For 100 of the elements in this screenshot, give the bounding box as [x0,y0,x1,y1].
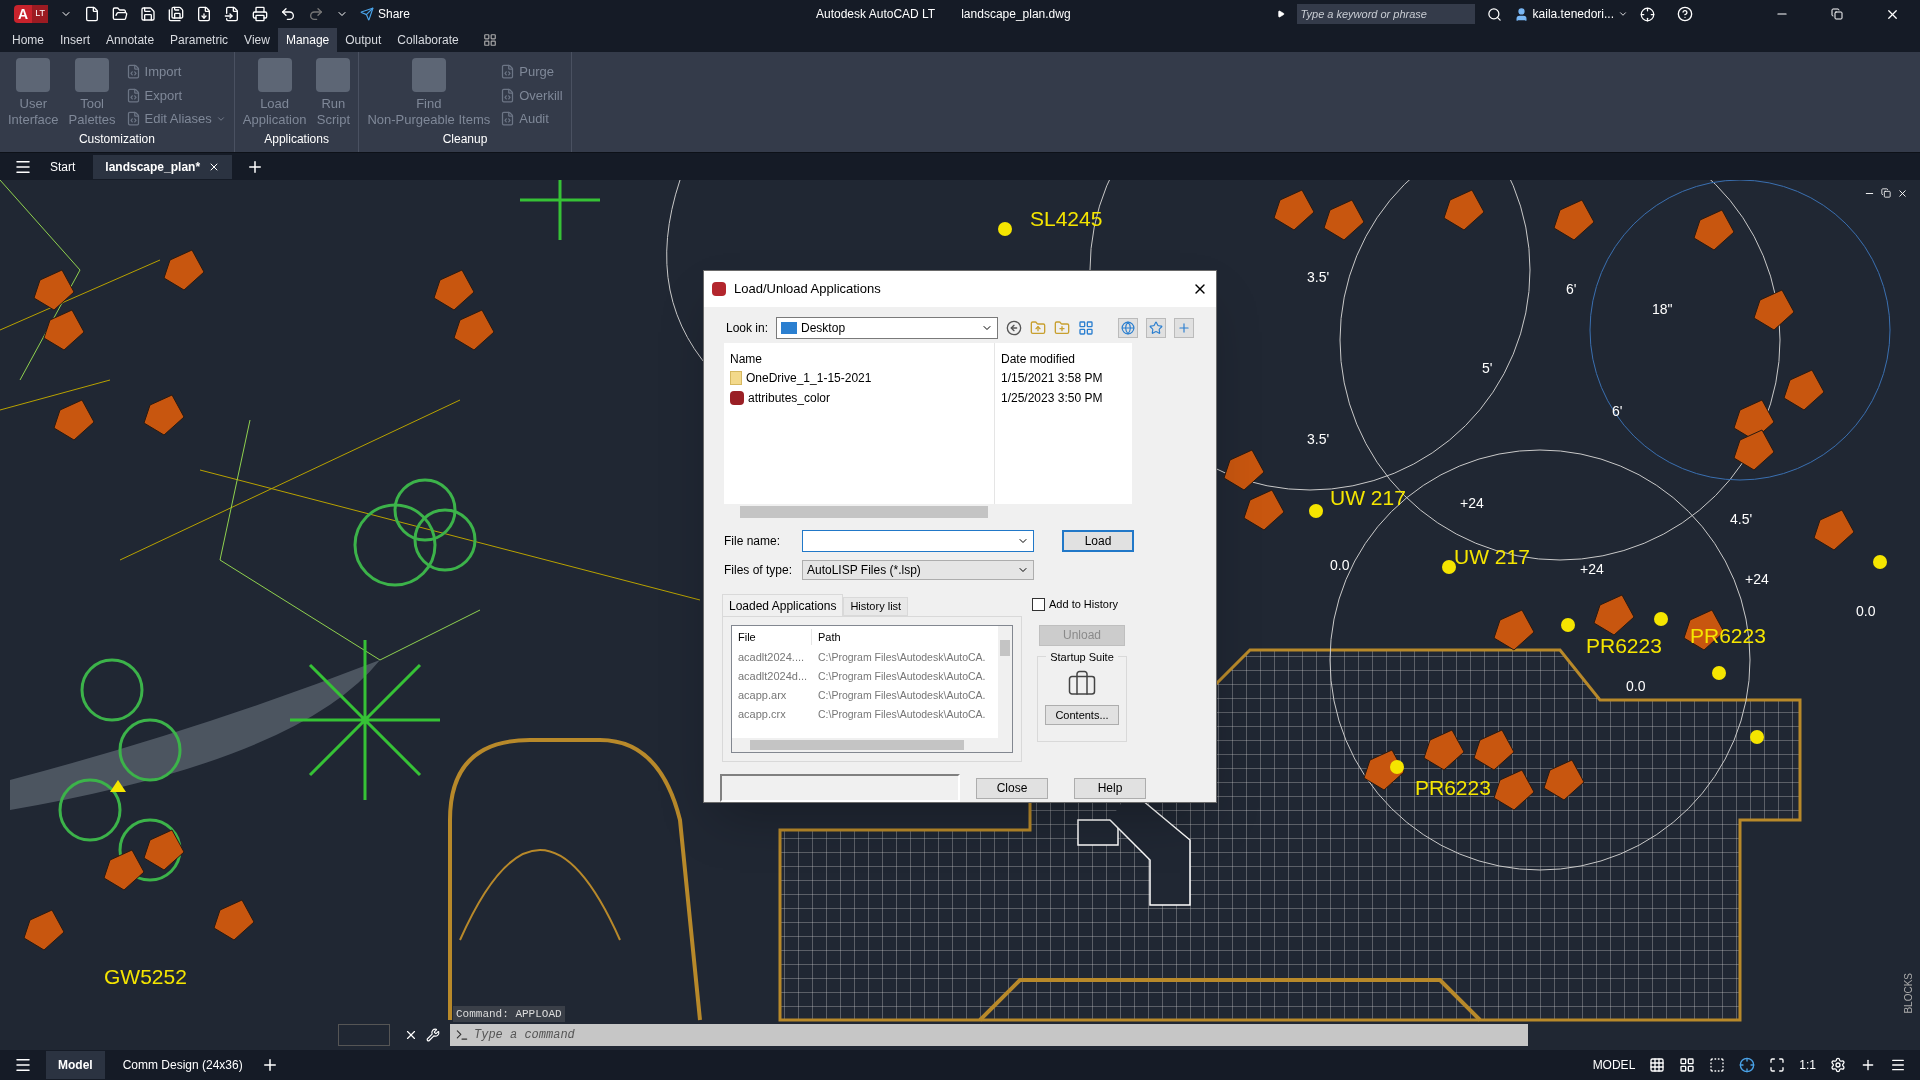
desktop-icon [781,322,798,334]
column-header[interactable]: Date modified [1001,347,1126,367]
ribbon-tab[interactable]: Insert [52,28,99,52]
share-button[interactable]: Share [359,5,410,23]
contents-button[interactable]: Contents... [1045,705,1119,725]
drawing-label: 0.0 [1856,604,1876,618]
terminal-icon[interactable] [455,1028,469,1042]
command-field[interactable]: Type a command [474,1024,1528,1046]
triangle-marker [110,780,126,792]
shrub-symbol [1553,199,1595,241]
print-icon[interactable] [251,6,268,22]
vertical-scrollbar[interactable] [998,626,1012,738]
dialog-title: Load/Unload Applications [734,280,881,299]
caret-icon[interactable] [1618,9,1628,19]
panel-toggle-icon[interactable] [482,33,497,47]
file-export-icon[interactable] [195,6,212,22]
command-history: Command: APPLOAD [453,1005,565,1022]
file-cell-text: acadlt2024d... [737,669,809,685]
customize-icon[interactable] [1890,1057,1906,1073]
file-type-dropdown[interactable]: AutoLISP Files (*.lsp) [802,560,1034,580]
search-icon[interactable] [1486,6,1502,22]
help-button[interactable]: Help [1074,777,1146,799]
survey-point [1561,618,1575,632]
lisp-file-icon [730,391,744,405]
tool-icon [75,58,110,92]
model-space-button[interactable]: MODEL [1592,1056,1636,1074]
shrub-symbol [143,394,185,436]
close-icon[interactable] [404,1028,418,1042]
wrench-icon[interactable] [426,1028,440,1042]
ribbon-tab[interactable]: View [236,28,278,52]
new-file-icon[interactable] [83,6,100,22]
shrub-symbol [1493,609,1535,651]
menu-icon[interactable] [14,1056,32,1074]
plus-icon[interactable] [1860,1057,1876,1073]
column-header[interactable]: File [732,628,812,646]
restore-icon[interactable] [1831,8,1843,20]
user-name[interactable]: kaila.tenedori... [1532,5,1614,23]
tool-icon [411,58,446,92]
tab[interactable]: Loaded Applications [722,594,844,616]
save-icon[interactable] [139,6,156,22]
settings-icon[interactable] [1830,1057,1846,1073]
shrub-symbol [23,909,65,951]
file-row[interactable]: attributes_color [730,389,988,407]
back-icon[interactable] [1006,320,1023,336]
column-header[interactable]: Name [730,347,988,367]
views-icon[interactable] [1078,320,1095,336]
ribbon-tab[interactable]: Parametric [162,28,237,52]
shrub-symbol [43,309,85,351]
document-tab[interactable]: landscape_plan* [93,154,233,179]
file-cell-text: acapp.crx [737,707,787,723]
shrub-symbol [1813,509,1855,551]
file-row[interactable]: OneDrive_1_1-15-2021 [730,369,988,387]
scale-button[interactable]: 1:1 [1799,1056,1816,1074]
tool-icon [125,111,141,127]
search-field[interactable]: Type a keyword or phrase [1296,4,1475,24]
load-button[interactable]: Load [1062,530,1134,552]
ribbon-tab[interactable]: Collaborate [389,28,467,52]
column-header[interactable]: Path [812,628,841,646]
shrub-symbol [1753,289,1795,331]
app-logo[interactable]: A LT [14,5,48,23]
file-name-field[interactable] [802,530,1034,552]
checkbox-label[interactable]: Add to History [1049,596,1119,613]
layout-tab[interactable]: Comm Design (24x36) [118,1051,247,1079]
ribbon-tab[interactable]: Manage [277,28,338,52]
shrub-symbol [1243,489,1285,531]
globe-search-icon[interactable] [1118,318,1138,338]
help-icon[interactable] [1677,6,1693,22]
drawing-label: 4.5' [1730,512,1753,526]
layout-tab[interactable]: Model [46,1051,105,1079]
ribbon-tab[interactable]: Output [337,28,390,52]
close-icon[interactable] [1897,188,1908,199]
survey-point [1390,760,1404,774]
tab[interactable]: History list [843,597,909,616]
checkbox[interactable] [1032,597,1045,611]
undo-icon[interactable] [279,6,296,22]
input-box[interactable] [338,1024,390,1046]
look-in-dropdown[interactable]: Desktop [776,317,999,339]
grid-icon[interactable] [1649,1057,1666,1073]
user-icon [1513,6,1529,22]
document-tab[interactable]: Start [46,154,80,179]
horizontal-scrollbar[interactable] [732,738,1012,752]
ribbon-tab[interactable]: Annotate [98,28,163,52]
shrub-symbol [433,269,475,311]
shrub-symbol [1543,759,1585,801]
close-button[interactable]: Close [976,777,1048,799]
send-icon [359,7,374,21]
drawing-label: +24 [1460,496,1484,510]
date-cell-text: 1/15/2021 3:58 PM [1001,370,1104,387]
shrub-symbol [1223,449,1265,491]
open-folder-icon[interactable] [111,6,128,22]
expand-icon[interactable] [1276,10,1285,18]
ribbon-tab[interactable]: Home [4,28,52,52]
restore-icon[interactable] [1881,188,1891,198]
shrub-symbol [33,269,75,311]
file-import-icon[interactable] [223,6,240,22]
folder-icon [730,371,742,385]
side-panel-label[interactable]: BLOCKS [1901,973,1916,1014]
save-as-icon[interactable] [167,6,184,22]
redo-icon[interactable] [307,6,324,22]
shrub-symbol [163,249,205,291]
